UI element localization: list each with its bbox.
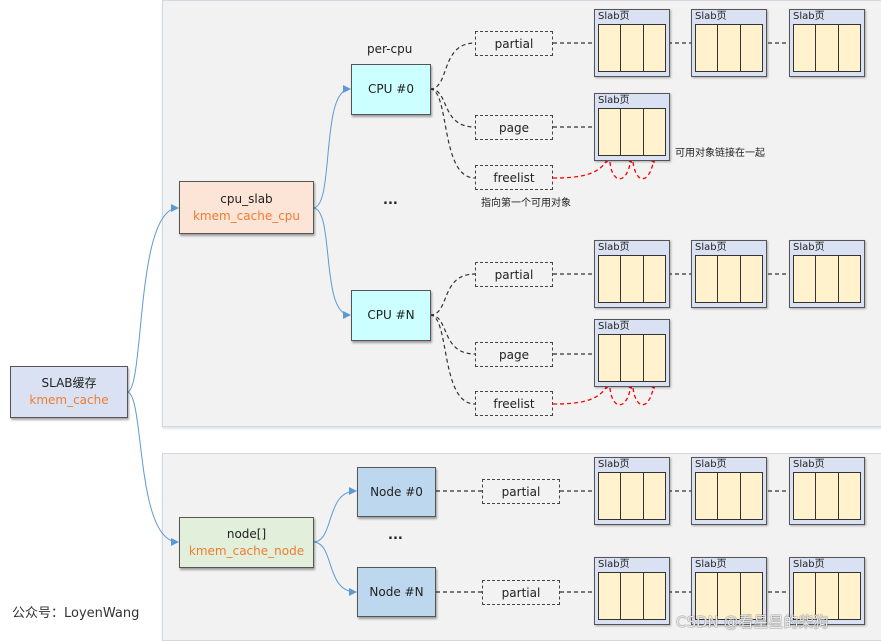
cpu-ellipsis: ... bbox=[383, 193, 398, 208]
node-0-box: Node #0 bbox=[357, 467, 436, 517]
cpu-slab-title: cpu_slab bbox=[220, 191, 273, 206]
slab-page: Slab页 bbox=[789, 457, 865, 525]
slab-page: Slab页 bbox=[594, 557, 670, 625]
slab-page: Slab页 bbox=[594, 9, 670, 77]
slab-cache-subtitle: kmem_cache bbox=[29, 393, 109, 407]
cpu-n-label: CPU #N bbox=[367, 308, 415, 322]
node-array-box: node[] kmem_cache_node bbox=[179, 517, 314, 568]
arrow-cpu-slab-cpu0 bbox=[312, 85, 351, 209]
freelist-note: 指向第一个可用对象 bbox=[481, 198, 571, 209]
cpu-0-page: page bbox=[475, 115, 553, 140]
author-credit: 公众号：LoyenWang bbox=[12, 606, 140, 621]
cpu-0-partial: partial bbox=[475, 31, 553, 56]
slab-page: Slab页 bbox=[789, 9, 865, 77]
slab-page: Slab页 bbox=[594, 457, 670, 525]
cpu-0-label: CPU #0 bbox=[368, 82, 414, 96]
arrow-root-node bbox=[126, 391, 179, 546]
cpu-slab-subtitle: kmem_cache_cpu bbox=[192, 208, 301, 223]
slab-page: Slab页 bbox=[789, 240, 865, 308]
slab-page: Slab页 bbox=[691, 9, 767, 77]
linked-objects-note: 可用对象链接在一起 bbox=[675, 148, 765, 159]
watermark: CSDN @看星星的柴狗 bbox=[676, 613, 829, 631]
cpu-0-freelist: freelist bbox=[475, 165, 553, 190]
arrow-root-cpu-slab bbox=[126, 204, 179, 393]
node-array-title: node[] bbox=[226, 526, 267, 541]
node-array-subtitle: kmem_cache_node bbox=[188, 543, 305, 558]
cpu-n-page: page bbox=[475, 342, 553, 367]
node-n-label: Node #N bbox=[369, 584, 424, 599]
arrow-node-noden bbox=[312, 541, 357, 596]
node-ellipsis: ... bbox=[388, 528, 403, 543]
cpu-0-box: CPU #0 bbox=[351, 64, 431, 115]
node-n-partial: partial bbox=[482, 580, 560, 605]
slab-page: Slab页 bbox=[691, 240, 767, 308]
slab-page: Slab页 bbox=[594, 319, 670, 387]
cpu-n-partial: partial bbox=[475, 262, 553, 287]
slab-page: Slab页 bbox=[594, 93, 670, 161]
node-0-label: Node #0 bbox=[370, 484, 423, 499]
connectors bbox=[126, 42, 790, 596]
cpu-slab-box: cpu_slab kmem_cache_cpu bbox=[179, 181, 314, 234]
cpu-n-box: CPU #N bbox=[351, 290, 431, 341]
arrow-cpu-slab-cpun bbox=[312, 207, 351, 319]
cpu-n-freelist: freelist bbox=[475, 391, 553, 416]
per-cpu-label: per-cpu bbox=[367, 42, 413, 56]
node-0-partial: partial bbox=[482, 479, 560, 504]
slab-page: Slab页 bbox=[594, 240, 670, 308]
node-n-box: Node #N bbox=[357, 567, 436, 617]
slab-cache-title: SLAB缓存 bbox=[41, 376, 97, 390]
slab-page: Slab页 bbox=[691, 457, 767, 525]
slab-cache-box: SLAB缓存 kmem_cache bbox=[10, 366, 128, 418]
arrow-node-node0 bbox=[312, 487, 357, 543]
